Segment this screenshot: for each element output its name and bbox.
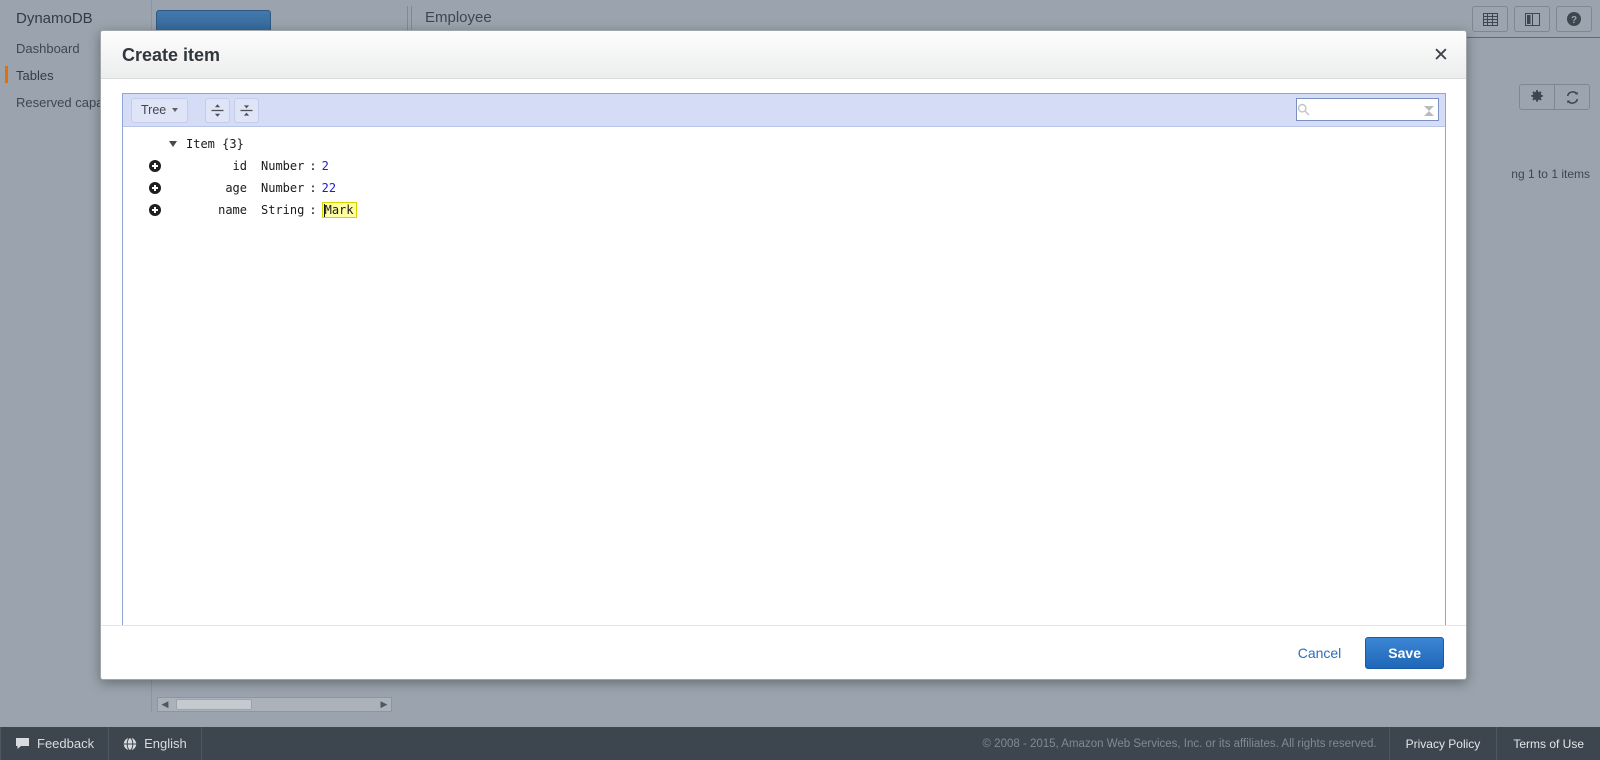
add-field-icon[interactable] — [149, 204, 161, 216]
field-value-selected[interactable]: Mark — [321, 202, 357, 218]
search-nav-buttons[interactable] — [1424, 106, 1434, 116]
tree-row[interactable]: id Number : 2 — [123, 155, 1445, 177]
json-tree: Item {3} id Number : 2 age Number : 22 n… — [123, 127, 1445, 221]
collapse-all-icon[interactable] — [234, 97, 260, 123]
create-item-dialog: Create item ✕ Tree Item {3} id Number: … — [100, 30, 1467, 680]
field-colon: : — [309, 203, 317, 217]
json-tree-editor: Tree Item {3} id Number: 2 age Number:… — [122, 93, 1446, 626]
field-colon: : — [309, 181, 317, 195]
dialog-header: Create item ✕ — [101, 31, 1466, 79]
modal-overlay: Create item ✕ Tree Item {3} id Number: … — [0, 0, 1600, 760]
field-key[interactable]: age — [191, 181, 247, 195]
chevron-down-icon — [172, 108, 179, 112]
tree-root-row[interactable]: Item {3} — [123, 133, 1445, 155]
editor-mode-label: Tree — [141, 103, 167, 117]
save-button[interactable]: Save — [1365, 636, 1444, 669]
search-prev-icon[interactable] — [1424, 111, 1434, 116]
field-type[interactable]: String — [261, 203, 304, 217]
add-field-icon[interactable] — [149, 182, 161, 194]
field-type[interactable]: Number — [261, 181, 304, 195]
cancel-button[interactable]: Cancel — [1292, 644, 1348, 662]
dialog-footer: Cancel Save — [101, 625, 1466, 679]
tree-row[interactable]: age Number : 22 — [123, 177, 1445, 199]
field-value[interactable]: 2 — [322, 159, 329, 173]
page-title: Create item — [122, 45, 221, 65]
tree-row[interactable]: name String : Mark — [123, 199, 1445, 221]
chevron-down-icon[interactable] — [169, 141, 177, 147]
search-icon — [1297, 103, 1319, 116]
expand-all-icon[interactable] — [205, 97, 231, 123]
editor-mode-dropdown[interactable]: Tree — [131, 97, 189, 123]
search-input[interactable] — [1319, 101, 1438, 118]
field-key[interactable]: id — [191, 159, 247, 173]
close-icon[interactable]: ✕ — [1430, 44, 1452, 66]
editor-search-box[interactable] — [1296, 98, 1439, 121]
tree-root-label: Item {3} — [186, 137, 244, 151]
field-value[interactable]: 22 — [322, 181, 336, 195]
field-type[interactable]: Number — [261, 159, 304, 173]
field-colon: : — [309, 159, 317, 173]
add-field-icon[interactable] — [149, 160, 161, 172]
field-key[interactable]: name — [191, 203, 247, 217]
editor-toolbar: Tree — [123, 94, 1445, 127]
